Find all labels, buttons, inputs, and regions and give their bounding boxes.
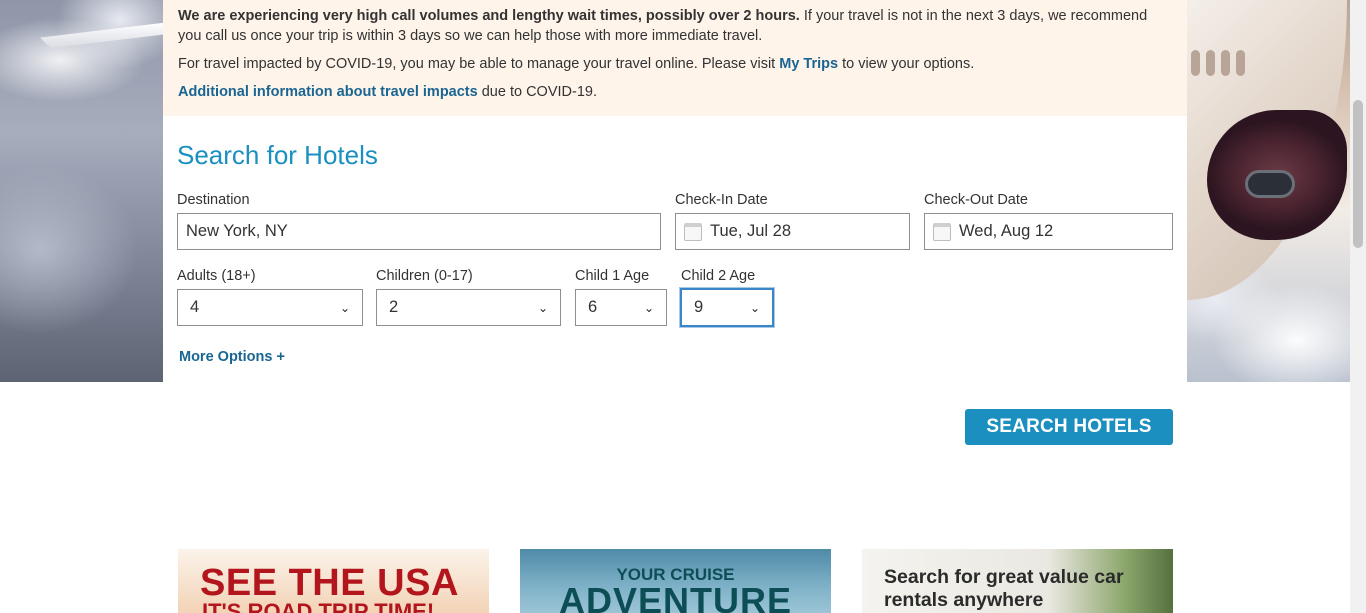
child2-age-label: Child 2 Age (681, 268, 756, 284)
clouds-image-left (0, 0, 170, 382)
promo-cruise[interactable]: YOUR CRUISE ADVENTURE (520, 549, 831, 613)
my-trips-link[interactable]: My Trips (779, 56, 838, 72)
airplane-wing-image (40, 22, 170, 48)
adults-select[interactable]: 4 ⌄ (177, 289, 363, 326)
alert-text: For travel impacted by COVID-19, you may… (178, 56, 780, 72)
airplane-image-right (1187, 0, 1366, 382)
destination-input[interactable]: New York, NY (177, 213, 661, 250)
promo-cruise-line2: ADVENTURE (558, 580, 792, 613)
page-title: Search for Hotels (177, 140, 378, 170)
chevron-down-icon: ⌄ (537, 300, 548, 315)
covid-alert-banner: We are experiencing very high call volum… (163, 0, 1187, 116)
promo-car-text: Search for great value car rentals anywh… (884, 566, 1124, 611)
child2-age-value: 9 (694, 298, 704, 316)
search-panel: We are experiencing very high call volum… (163, 0, 1187, 382)
travel-impacts-link[interactable]: Additional information about travel impa… (178, 84, 478, 100)
checkin-label: Check-In Date (675, 192, 768, 208)
engine-intake (1245, 170, 1295, 198)
children-value: 2 (389, 298, 399, 316)
calendar-icon (933, 222, 951, 241)
checkin-date-input[interactable]: Tue, Jul 28 (675, 213, 910, 250)
adults-value: 4 (190, 298, 200, 316)
airplane-windows (1191, 50, 1261, 76)
child1-age-label: Child 1 Age (575, 268, 650, 284)
promo-usa-subline: IT'S ROAD TRIP TIME! (202, 599, 435, 613)
children-label: Children (0-17) (376, 268, 473, 284)
airplane-engine (1207, 110, 1347, 240)
chevron-down-icon: ⌄ (643, 300, 654, 315)
alert-bold-text: We are experiencing very high call volum… (178, 8, 800, 24)
child1-age-value: 6 (588, 298, 598, 316)
destination-label: Destination (177, 192, 250, 208)
alert-covid-manage: For travel impacted by COVID-19, you may… (178, 54, 1172, 74)
child2-age-select[interactable]: 9 ⌄ (680, 288, 774, 327)
alert-text: due to COVID-19. (477, 84, 597, 100)
scrollbar-thumb[interactable] (1353, 100, 1363, 248)
alert-text: to view your options. (838, 56, 975, 72)
checkin-value: Tue, Jul 28 (710, 222, 792, 240)
chevron-down-icon: ⌄ (339, 300, 350, 315)
promo-car-rentals[interactable]: Search for great value car rentals anywh… (862, 549, 1173, 613)
alert-travel-impacts: Additional information about travel impa… (178, 82, 1172, 102)
checkout-value: Wed, Aug 12 (959, 222, 1054, 240)
child1-age-select[interactable]: 6 ⌄ (575, 289, 667, 326)
alert-call-volume: We are experiencing very high call volum… (178, 6, 1172, 46)
chevron-down-icon: ⌄ (749, 300, 760, 315)
checkout-date-input[interactable]: Wed, Aug 12 (924, 213, 1173, 250)
calendar-icon (684, 222, 702, 241)
destination-value: New York, NY (186, 222, 288, 240)
promo-road-trip[interactable]: SEE THE USA IT'S ROAD TRIP TIME! (178, 549, 489, 613)
search-hotels-button[interactable]: SEARCH HOTELS (965, 409, 1173, 445)
more-options-link[interactable]: More Options + (179, 349, 285, 365)
adults-label: Adults (18+) (177, 268, 256, 284)
checkout-label: Check-Out Date (924, 192, 1028, 208)
children-select[interactable]: 2 ⌄ (376, 289, 561, 326)
page-scrollbar[interactable] (1350, 0, 1366, 613)
promo-usa-headline: SEE THE USA (200, 562, 459, 604)
